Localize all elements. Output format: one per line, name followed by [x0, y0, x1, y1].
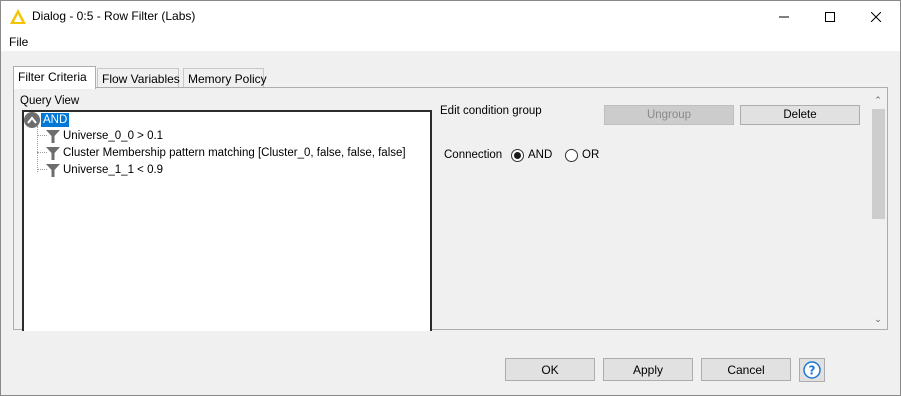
- apply-button[interactable]: Apply: [603, 358, 693, 381]
- tree-node-and[interactable]: AND: [24, 112, 70, 128]
- delete-button[interactable]: Delete: [740, 105, 860, 125]
- dialog-window: Dialog - 0:5 - Row Filter (Labs) File Fi…: [0, 0, 901, 396]
- maximize-icon: [825, 11, 835, 22]
- tree-node-condition[interactable]: Universe_1_1 < 0.9: [46, 162, 163, 178]
- maximize-button[interactable]: [807, 1, 853, 32]
- title-bar[interactable]: Dialog - 0:5 - Row Filter (Labs): [1, 1, 900, 33]
- vertical-scrollbar[interactable]: ⌃ ⌄: [870, 92, 886, 328]
- tree-node-condition[interactable]: Cluster Membership pattern matching [Clu…: [46, 145, 406, 161]
- svg-text:?: ?: [809, 364, 816, 378]
- edit-condition-group-pane: Edit condition group Ungroup Delete Conn…: [440, 88, 869, 329]
- query-view-label: Query View: [20, 95, 80, 107]
- and-radio-label[interactable]: AND: [528, 149, 552, 161]
- radio-selected-dot: [514, 152, 521, 159]
- scroll-down-arrow-icon[interactable]: ⌄: [873, 314, 883, 324]
- menu-file[interactable]: File: [9, 35, 28, 49]
- filter-icon: [46, 163, 60, 177]
- minimize-button[interactable]: [761, 1, 807, 32]
- scroll-thumb[interactable]: [872, 109, 885, 219]
- or-radio-label[interactable]: OR: [582, 149, 599, 161]
- window-title: Dialog - 0:5 - Row Filter (Labs): [32, 9, 196, 23]
- cancel-button[interactable]: Cancel: [701, 358, 791, 381]
- menu-bar: File: [1, 33, 900, 51]
- tree-node-condition[interactable]: Universe_0_0 > 0.1: [46, 128, 163, 144]
- tree-connector-vertical: [37, 126, 38, 172]
- tab-filter-criteria[interactable]: Filter Criteria: [13, 66, 96, 89]
- condition-label: Cluster Membership pattern matching [Clu…: [63, 147, 406, 159]
- filter-icon: [46, 146, 60, 160]
- and-group-icon: [24, 112, 40, 128]
- connection-label: Connection: [444, 149, 503, 161]
- tab-flow-variables[interactable]: Flow Variables: [97, 68, 180, 88]
- minimize-icon: [779, 16, 789, 17]
- or-radio[interactable]: [565, 149, 578, 162]
- help-button[interactable]: ?: [799, 358, 825, 382]
- tree-node-and-label: AND: [41, 113, 70, 127]
- condition-label: Universe_1_1 < 0.9: [63, 164, 164, 176]
- ok-button[interactable]: OK: [505, 358, 595, 381]
- filter-criteria-panel: Query View AND Universe_0_0 > 0.1 Cluste…: [13, 87, 888, 331]
- condition-label: Universe_0_0 > 0.1: [63, 130, 164, 142]
- query-view-tree[interactable]: AND Universe_0_0 > 0.1 Cluster Membershi…: [22, 110, 432, 331]
- close-icon: [871, 11, 881, 22]
- help-icon: ?: [803, 361, 821, 379]
- close-button[interactable]: [853, 1, 899, 32]
- filter-icon: [46, 129, 60, 143]
- and-radio[interactable]: [511, 149, 524, 162]
- ungroup-button[interactable]: Ungroup: [604, 105, 734, 125]
- tab-memory-policy[interactable]: Memory Policy: [183, 68, 267, 88]
- edit-condition-group-label: Edit condition group: [440, 105, 542, 117]
- scroll-up-arrow-icon[interactable]: ⌃: [873, 95, 883, 105]
- knime-warning-triangle-icon: [10, 9, 26, 24]
